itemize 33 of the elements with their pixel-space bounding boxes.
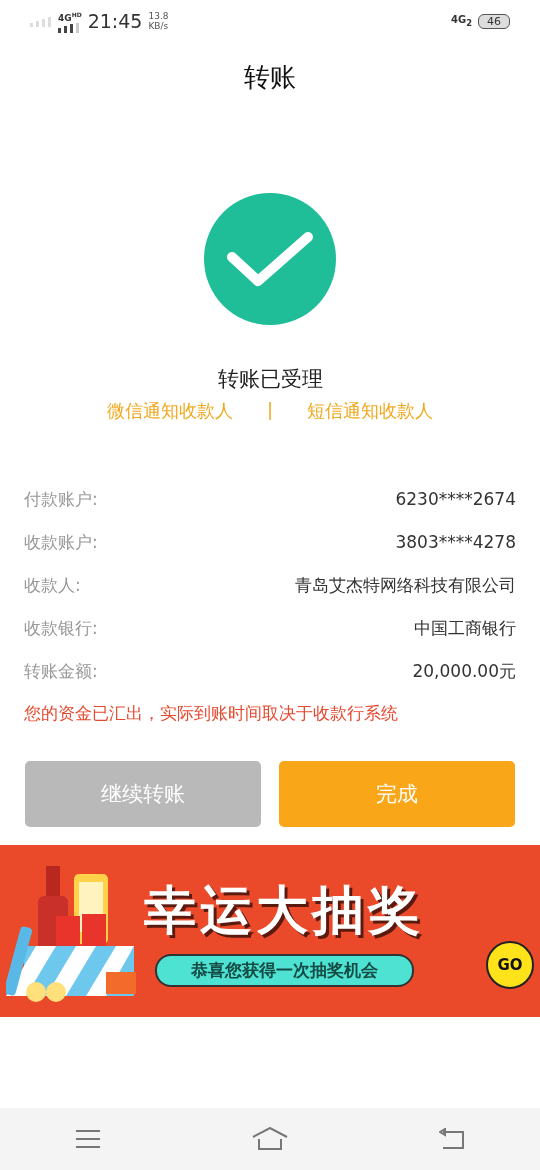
detail-label: 付款账户: xyxy=(24,488,98,511)
signal-icon xyxy=(58,22,80,33)
battery-indicator: 46 xyxy=(478,13,510,29)
go-button[interactable]: GO xyxy=(486,941,534,989)
wechat-notify-link[interactable]: 微信通知收款人 xyxy=(106,399,233,423)
separator: | xyxy=(266,399,274,422)
menu-icon[interactable] xyxy=(75,1129,102,1149)
signal-icon xyxy=(30,15,52,27)
home-icon[interactable] xyxy=(252,1127,288,1151)
sms-notify-link[interactable]: 短信通知收款人 xyxy=(307,399,434,423)
clock: 21:45 xyxy=(87,10,143,32)
detail-label: 收款账户: xyxy=(24,531,98,554)
network-label: 4G$_{2}$ xyxy=(451,14,472,28)
detail-label: 收款人: xyxy=(24,574,81,597)
detail-value: 青岛艾杰特网络科技有限公司 xyxy=(295,574,516,597)
speed-value: 13.8 xyxy=(148,11,169,21)
back-icon[interactable] xyxy=(438,1128,465,1150)
detail-value: 中国工商银行 xyxy=(414,617,516,640)
banner-title: 幸运大抽奖 xyxy=(144,878,424,942)
detail-value: 20,000.00元 xyxy=(412,660,516,683)
done-button[interactable]: 完成 xyxy=(279,761,515,827)
banner-subtitle: 恭喜您获得一次抽奖机会 xyxy=(154,953,414,987)
speed-unit: KB/s xyxy=(148,21,169,31)
status-text: 转账已受理 xyxy=(217,366,323,393)
notice-text: 您的资金已汇出，实际到账时间取决于收款行系统 xyxy=(24,703,398,725)
promo-banner[interactable]: 幸运大抽奖 恭喜您获得一次抽奖机会 GO xyxy=(0,845,540,1017)
success-check-icon xyxy=(204,193,336,325)
detail-value: 3803****4278 xyxy=(395,531,516,554)
detail-label: 转账金额: xyxy=(24,660,98,683)
detail-label: 收款银行: xyxy=(24,617,98,640)
page-title: 转账 xyxy=(244,61,296,94)
network-label: 4G$^{HD}$ xyxy=(58,9,82,23)
detail-value: 6230****2674 xyxy=(395,488,516,511)
